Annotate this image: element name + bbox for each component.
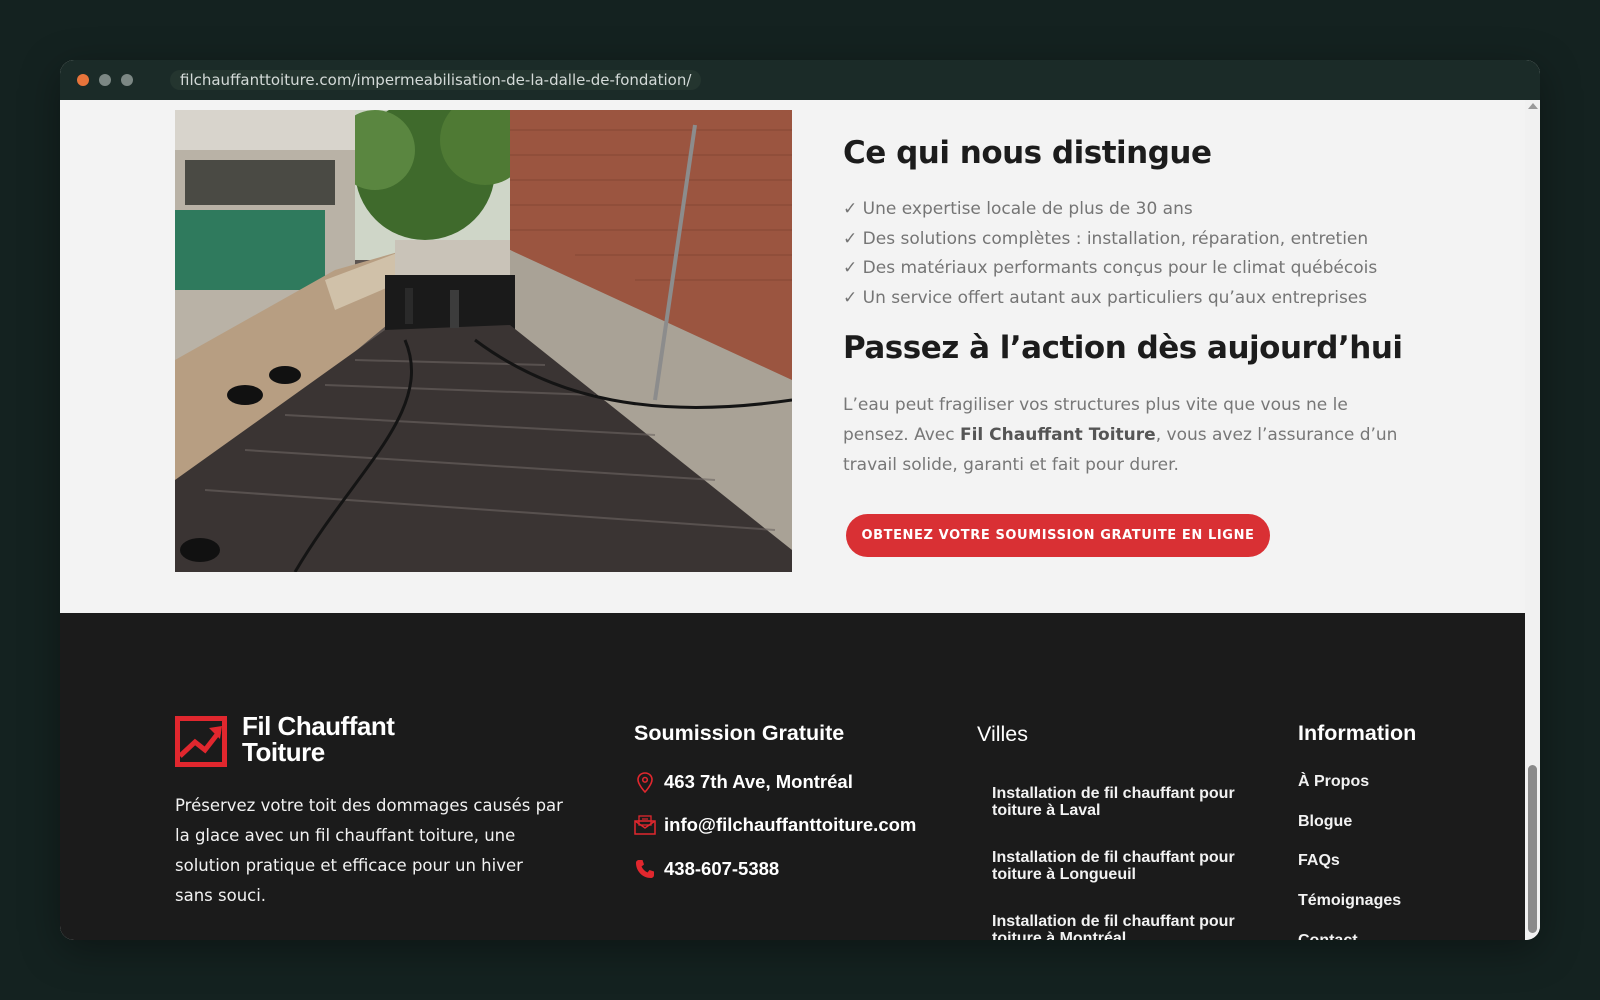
list-item: ✓ Des solutions complètes : installation… [843, 228, 1369, 249]
villes-title: Villes [977, 722, 1028, 746]
cta-text-brand: Fil Chauffant Toiture [959, 425, 1156, 445]
distinctions-heading: Ce qui nous distingue [843, 135, 1212, 171]
address-text: 463 7th Ave, Montréal [664, 771, 853, 792]
cta-paragraph: L’eau peut fragiliser vos structures plu… [843, 390, 1413, 480]
email-item[interactable]: info@filchauffanttoiture.com [634, 814, 916, 836]
logo-icon[interactable] [175, 716, 227, 767]
page-viewport: Ce qui nous distingue ✓ Une expertise lo… [60, 100, 1525, 940]
info-link-faqs[interactable]: FAQs [1298, 852, 1340, 870]
content-section: Ce qui nous distingue ✓ Une expertise lo… [60, 100, 1525, 613]
phone-text: 438-607-5388 [664, 858, 780, 879]
list-item: ✓ Des matériaux performants conçus pour … [843, 258, 1378, 278]
browser-titlebar: filchauffanttoiture.com/impermeabilisati… [60, 60, 1540, 100]
logo-line-1: Fil Chauffant [242, 711, 395, 741]
free-quote-button[interactable]: OBTENEZ VOTRE SOUMISSION GRATUITE EN LIG… [846, 514, 1270, 557]
minimize-window-button[interactable] [99, 74, 111, 86]
address-bar[interactable]: filchauffanttoiture.com/impermeabilisati… [170, 70, 702, 90]
logo-wordmark[interactable]: Fil Chauffant Toiture [242, 711, 395, 767]
map-pin-icon [634, 771, 656, 793]
info-link-a-propos[interactable]: À Propos [1298, 773, 1369, 791]
info-link-temoignages[interactable]: Témoignages [1298, 892, 1401, 910]
information-title: Information [1298, 721, 1417, 745]
scrollbar-thumb[interactable] [1528, 765, 1537, 933]
soumission-title: Soumission Gratuite [634, 721, 845, 745]
site-footer: Fil Chauffant Toiture Préservez votre to… [60, 613, 1525, 940]
logo-line-2: Toiture [242, 737, 325, 767]
city-link-laval[interactable]: Installation de fil chauffant pour toitu… [992, 785, 1262, 819]
info-link-contact[interactable]: Contact [1298, 932, 1358, 940]
email-text: info@filchauffanttoiture.com [664, 814, 917, 835]
features-list: ✓ Une expertise locale de plus de 30 ans… [843, 195, 1377, 313]
maximize-window-button[interactable] [121, 74, 133, 86]
scroll-up-arrow-icon[interactable] [1528, 103, 1538, 109]
address-item[interactable]: 463 7th Ave, Montréal [634, 771, 853, 793]
phone-icon [634, 858, 656, 880]
vertical-scrollbar[interactable] [1525, 100, 1540, 940]
action-heading: Passez à l’action dès aujourd’hui [843, 330, 1403, 366]
phone-item[interactable]: 438-607-5388 [634, 858, 779, 880]
list-item: ✓ Un service offert autant aux particuli… [843, 287, 1368, 308]
mail-icon [634, 814, 656, 836]
list-item: ✓ Une expertise locale de plus de 30 ans [843, 199, 1193, 219]
browser-window: filchauffanttoiture.com/impermeabilisati… [60, 60, 1540, 940]
city-link-montreal[interactable]: Installation de fil chauffant pour toitu… [992, 913, 1262, 940]
footer-tagline: Préservez votre toit des dommages causés… [175, 796, 563, 905]
city-link-longueuil[interactable]: Installation de fil chauffant pour toitu… [992, 849, 1262, 883]
info-link-blogue[interactable]: Blogue [1298, 813, 1352, 831]
close-window-button[interactable] [77, 74, 89, 86]
waterproofing-photo [175, 110, 792, 572]
